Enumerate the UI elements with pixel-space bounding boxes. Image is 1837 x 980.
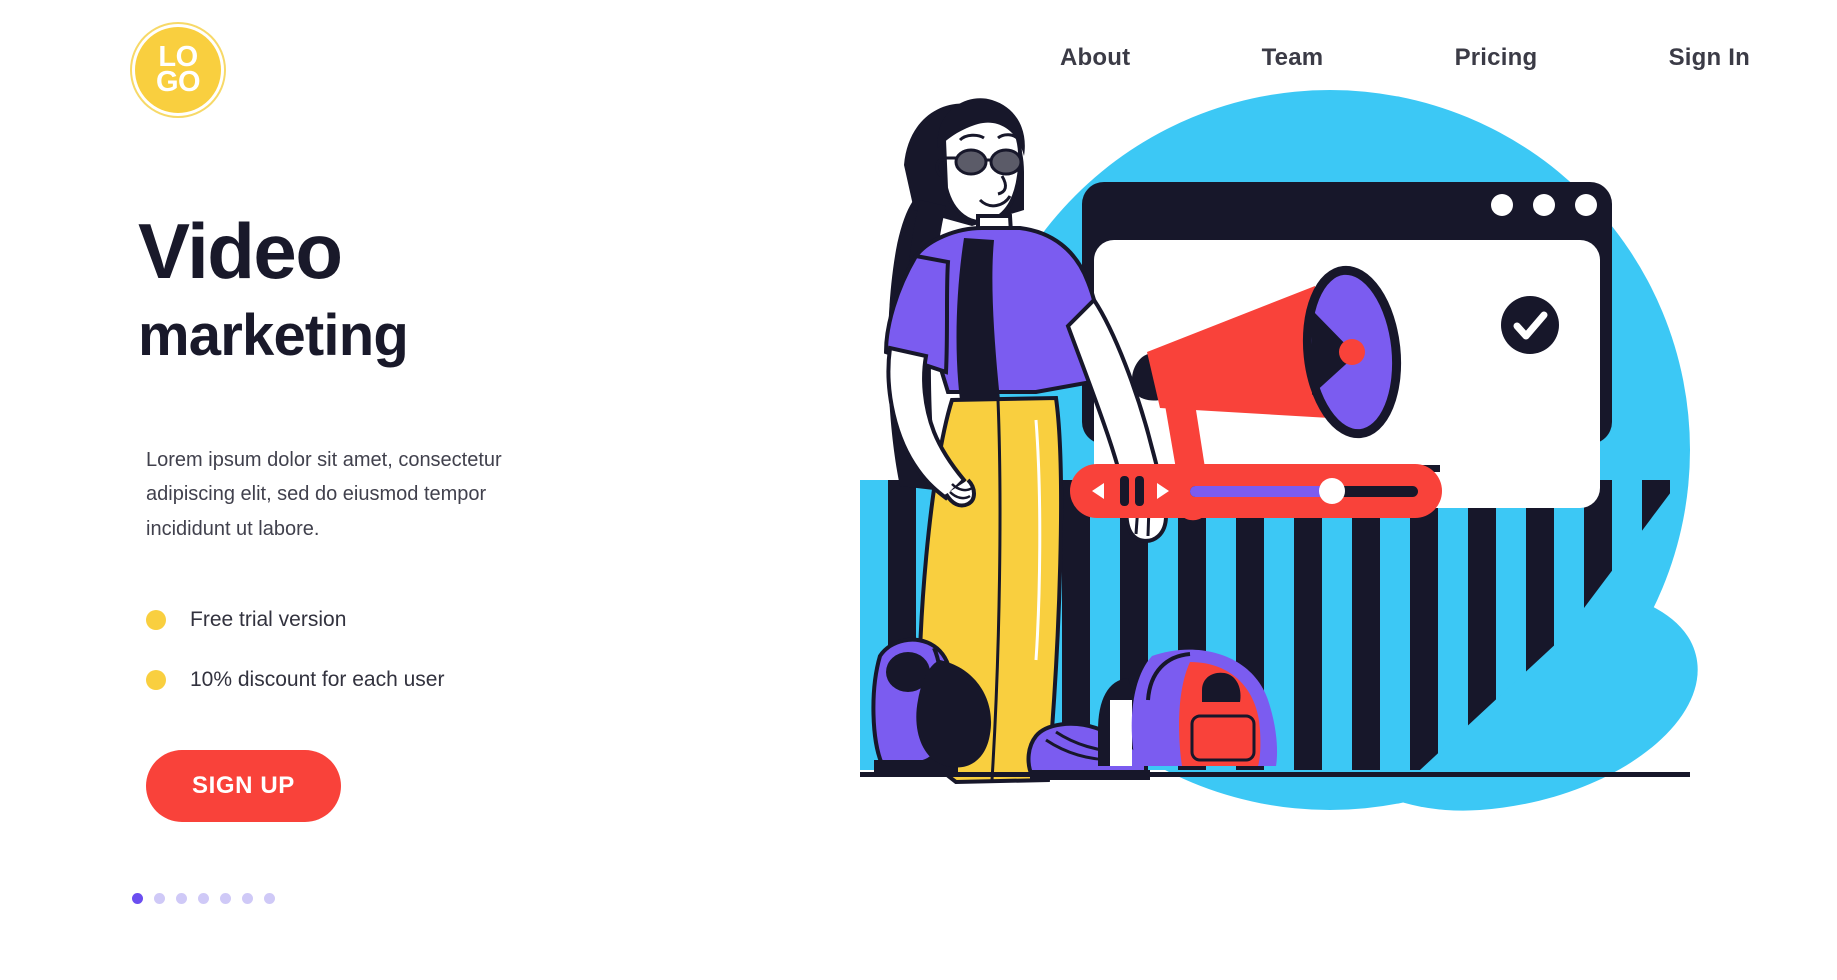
page-subtitle: marketing [138, 303, 409, 368]
carousel-dot-5[interactable] [220, 893, 231, 904]
benefit-label: 10% discount for each user [190, 668, 445, 692]
bullet-dot-icon [146, 670, 166, 691]
sign-up-button[interactable]: SIGN UP [146, 750, 341, 823]
hero-illustration [860, 0, 1837, 980]
landing-page: LO GO About Team Pricing Sign In Video m… [0, 0, 1837, 980]
list-item: 10% discount for each user [146, 668, 658, 692]
ground-line [860, 772, 1690, 777]
list-item: Free trial version [146, 608, 658, 632]
hero-content: Video marketing Lorem ipsum dolor sit am… [138, 207, 658, 823]
benefits-list: Free trial version 10% discount for each… [146, 608, 658, 692]
page-title: Video [138, 207, 343, 295]
carousel-dots [132, 893, 275, 904]
window-control-dots [1491, 194, 1597, 216]
logo-line-2: GO [155, 66, 201, 98]
carousel-dot-4[interactable] [198, 893, 209, 904]
bullet-dot-icon [146, 610, 166, 631]
carousel-dot-3[interactable] [176, 893, 187, 904]
carousel-dot-6[interactable] [242, 893, 253, 904]
check-circle-icon [1501, 296, 1559, 354]
carousel-dot-1[interactable] [132, 893, 143, 904]
hero-paragraph: Lorem ipsum dolor sit amet, consectetur … [146, 448, 502, 540]
logo[interactable]: LO GO [135, 27, 221, 113]
video-player-bar [1070, 464, 1442, 518]
carousel-dot-2[interactable] [154, 893, 165, 904]
carousel-dot-7[interactable] [264, 893, 275, 904]
benefit-label: Free trial version [190, 608, 347, 632]
